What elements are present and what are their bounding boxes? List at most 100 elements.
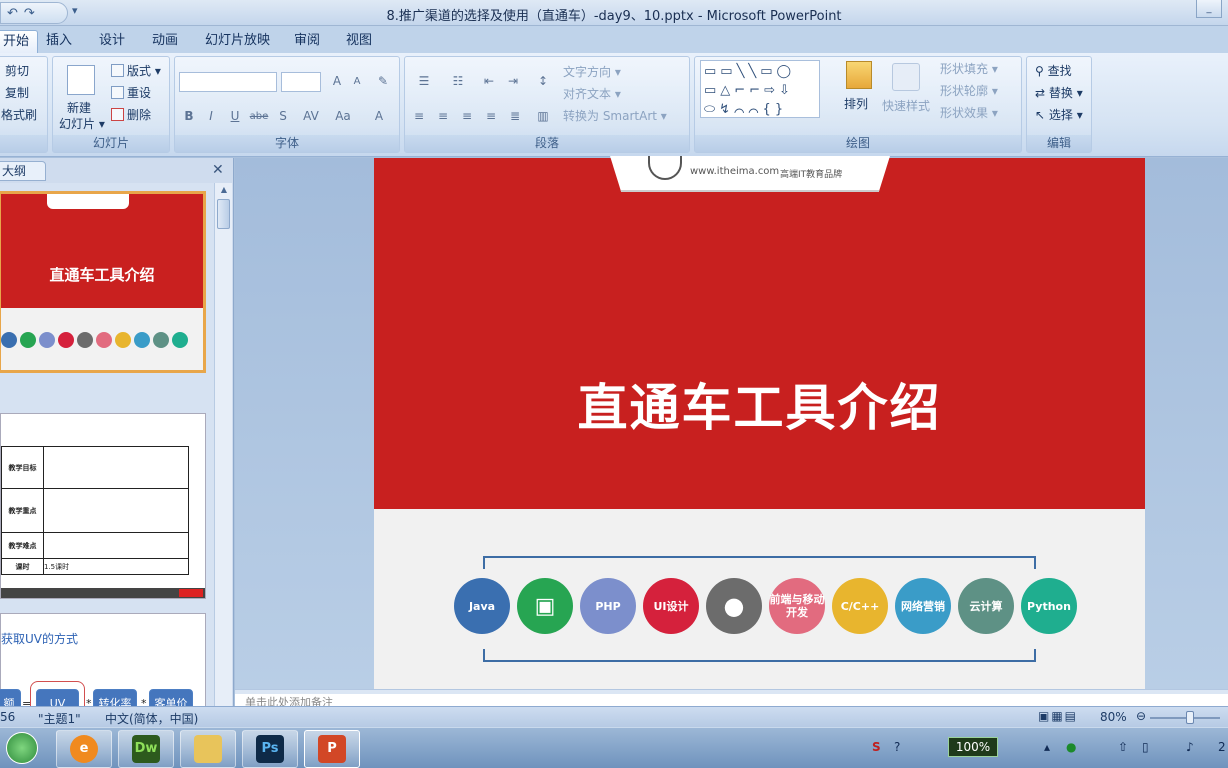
apple-icon: ● [706,578,762,634]
help-icon[interactable]: ? [894,740,900,754]
increase-indent-icon[interactable]: ⇥ [503,72,523,92]
uv-box: UV [36,689,79,706]
justify-icon[interactable]: ≡ [481,107,501,127]
font-color-button[interactable]: A [365,107,393,127]
zoom-slider[interactable] [1150,717,1220,719]
align-text-button[interactable]: 对齐文本 ▾ [563,85,621,102]
taskbar-app-explorer[interactable] [180,730,236,768]
tab-slideshow[interactable]: 幻灯片放映 [197,30,278,53]
align-right-icon[interactable]: ≡ [457,107,477,127]
font-name-combo[interactable] [179,72,277,92]
shape-outline-button[interactable]: 形状轮廓 ▾ [940,82,998,99]
scroll-thumb[interactable] [217,199,230,229]
new-slide-icon[interactable] [67,65,95,95]
thumb3-title: 获取UV的方式 [1,632,78,646]
thumbnails-scrollbar[interactable]: ▲ [214,183,232,706]
start-button[interactable] [6,732,38,764]
table-cell: 教学目标 [1,446,44,489]
tab-view[interactable]: 视图 [338,30,380,53]
taskbar-app-dreamweaver[interactable]: Dw [118,730,174,768]
slide-thumbnail[interactable]: 获取UV的方式 额 = UV * 转化率 * 客单价 [0,613,206,706]
bold-button[interactable]: B [179,107,199,127]
status-green-icon[interactable]: ● [1066,740,1076,754]
columns-icon[interactable]: ▥ [529,107,557,127]
group-font: A A ✎ B I U abe S AV Aa A 字体 [174,56,400,153]
line-spacing-icon[interactable]: ↕ [529,72,557,92]
copy-button[interactable]: 复制 [5,84,29,101]
tray-network-icon[interactable]: ▯ [1142,740,1149,754]
scroll-up-icon[interactable]: ▲ [218,185,230,197]
strikethrough-button[interactable]: abe [249,107,269,127]
delete-slide-button[interactable]: 删除 [111,106,151,123]
close-panel-icon[interactable]: ✕ [212,162,224,178]
layout-button[interactable]: 版式 ▾ [111,62,161,79]
bullets-icon[interactable]: ☰ [409,72,439,92]
find-button[interactable]: ⚲ 查找 [1035,62,1072,79]
view-buttons[interactable]: ▣▦▤ [1038,709,1078,723]
taskbar-app-photoshop[interactable]: Ps [242,730,298,768]
zoom-slider-knob[interactable] [1186,711,1194,724]
zoom-level[interactable]: 80% [1100,710,1127,724]
slide-canvas[interactable]: www.itheima.com 高端IT教育品牌 直通车工具介绍 Java ▣ … [374,156,1145,689]
replace-button[interactable]: ⇄ 替换 ▾ [1035,84,1083,101]
tray-update-icon[interactable]: ⇧ [1118,740,1128,754]
group-paragraph: ☰ ☷ ⇤ ⇥ ↕ ≡ ≡ ≡ ≡ ≣ ▥ 文字方向 ▾ 对齐文本 ▾ 转换为 … [404,56,690,153]
folder-icon [194,735,222,763]
underline-button[interactable]: U [225,107,245,127]
tab-home[interactable]: 开始 [0,30,39,53]
numbering-icon[interactable]: ☷ [443,72,473,92]
notes-pane[interactable]: 单击此处添加备注 [235,694,1228,706]
taskbar-app-browser[interactable]: e [56,730,112,768]
tray-expand-icon[interactable]: ▴ [1044,740,1050,754]
group-editing: ⚲ 查找 ⇄ 替换 ▾ ↖ 选择 ▾ 编辑 [1026,56,1092,153]
zoom-out-icon[interactable]: ⊖ [1136,709,1146,723]
italic-button[interactable]: I [201,107,221,127]
select-button[interactable]: ↖ 选择 ▾ [1035,106,1083,123]
tab-animation[interactable]: 动画 [144,30,186,53]
new-slide-button[interactable]: 新建 [67,99,91,116]
tab-outline[interactable]: 大纲 [0,161,46,181]
php-icon: PHP [580,578,636,634]
ime-icon[interactable]: S [872,740,881,754]
taskbar-app-powerpoint[interactable]: P [304,730,360,768]
change-case-button[interactable]: Aa [329,107,357,127]
shapes-gallery[interactable]: ▭▭╲╲▭◯ ▭△⌐⌐⇨⇩ ⬭↯⌒⌒{} [700,60,820,118]
new-slide-dropdown[interactable]: 幻灯片 ▾ [59,115,105,132]
minimize-button[interactable]: _ [1196,0,1222,18]
python-icon: Python [1021,578,1077,634]
align-left-icon[interactable]: ≡ [409,107,429,127]
arrange-button[interactable]: 排列 [844,95,868,112]
tab-review[interactable]: 审阅 [286,30,328,53]
quick-styles-button[interactable]: 快速样式 [882,97,930,114]
reset-button[interactable]: 重设 [111,84,151,101]
shadow-button[interactable]: S [273,107,293,127]
logo-slogan: 高端IT教育品牌 [780,170,843,180]
font-size-combo[interactable] [281,72,321,92]
smartart-button[interactable]: 转换为 SmartArt ▾ [563,107,667,124]
grow-font-button[interactable]: A [327,72,347,92]
text-direction-button[interactable]: 文字方向 ▾ [563,63,621,80]
battery-indicator[interactable]: 100% [948,737,998,757]
char-spacing-button[interactable]: AV [297,107,325,127]
tab-insert[interactable]: 插入 [38,30,80,53]
distributed-icon[interactable]: ≣ [505,107,525,127]
tab-design[interactable]: 设计 [91,30,133,53]
logo-site: www.itheima.com [690,166,780,177]
format-painter-button[interactable]: 格式刷 [1,106,37,123]
ribbon-tabs: 开始 插入 设计 动画 幻灯片放映 审阅 视图 [0,26,1228,53]
clear-format-button[interactable]: ✎ [373,72,393,92]
slide-thumbnail[interactable]: 教学目标 教学重点 教学难点 课时 1.5课时 [0,413,206,599]
table-cell: 教学难点 [1,532,44,559]
shrink-font-button[interactable]: A [347,72,367,92]
group-label-slides: 幻灯片 [53,135,169,152]
slide-thumbnail-selected[interactable]: 直通车工具介绍 [0,191,206,373]
slide-thumbnails: 直通车工具介绍 教学目标 教学重点 教学难点 课时 1.5课时 获取UV的方式 额… [0,183,214,706]
decrease-indent-icon[interactable]: ⇤ [479,72,499,92]
slides-outline-panel: 大纲 ✕ 直通车工具介绍 教学目标 教学重点 教学难点 课时 1.5课时 获取U… [0,158,234,706]
thumb1-tech-icons [1,332,188,348]
volume-icon[interactable]: ♪ [1186,740,1194,754]
align-center-icon[interactable]: ≡ [433,107,453,127]
cut-button[interactable]: 剪切 [5,62,29,79]
shape-fill-button[interactable]: 形状填充 ▾ [940,60,998,77]
shape-effects-button[interactable]: 形状效果 ▾ [940,104,998,121]
